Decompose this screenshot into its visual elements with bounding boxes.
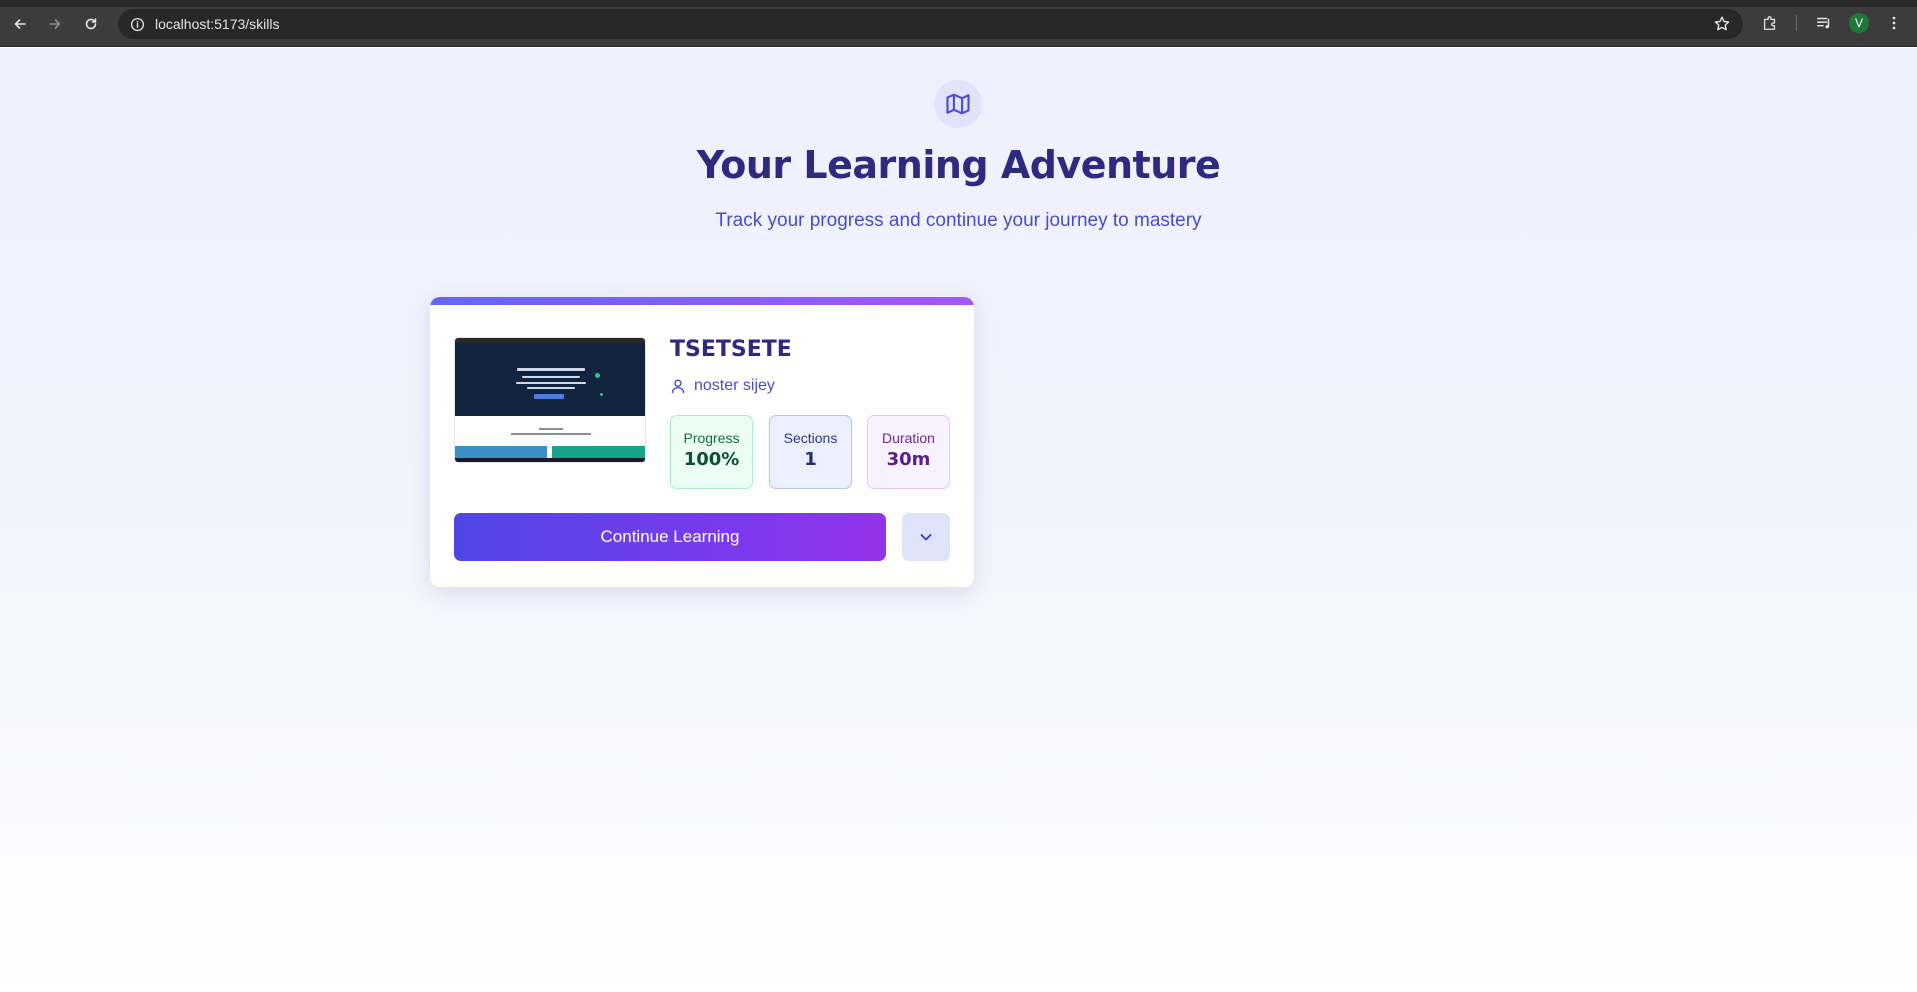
card-accent-bar: [430, 297, 974, 305]
hero-icon-badge: [934, 80, 982, 128]
reload-button[interactable]: [79, 12, 103, 36]
duration-label: Duration: [882, 430, 935, 446]
course-instructor: noster sijey: [670, 376, 775, 396]
duration-stat: Duration 30m: [867, 415, 950, 489]
thumbnail-button: [534, 394, 564, 399]
sections-value: 1: [804, 449, 817, 470]
thumbnail-line: [527, 387, 575, 389]
back-arrow-icon: [14, 19, 26, 29]
back-button[interactable]: [8, 12, 32, 36]
course-title[interactable]: TSETSETE: [670, 337, 792, 362]
url-text[interactable]: localhost:5173/skills: [155, 16, 280, 32]
reload-icon: [85, 18, 97, 30]
thumbnail-taskbar: [455, 458, 645, 462]
page-title: Your Learning Adventure: [696, 143, 1221, 187]
thumbnail-dot: [600, 393, 603, 396]
media-controls-icon[interactable]: [1814, 13, 1834, 33]
forward-button[interactable]: [43, 12, 67, 36]
duration-value: 30m: [886, 449, 931, 470]
thumbnail-line: [511, 433, 591, 435]
thumbnail-hero: [455, 343, 645, 416]
bookmark-star-icon[interactable]: [1713, 15, 1731, 33]
thumbnail-line: [522, 376, 580, 378]
chrome-menu-icon[interactable]: [1884, 13, 1904, 33]
skills-page: Your Learning Adventure Track your progr…: [0, 48, 1917, 992]
address-bar[interactable]: localhost:5173/skills: [118, 9, 1743, 39]
thumbnail-line: [516, 382, 586, 384]
continue-learning-button[interactable]: Continue Learning: [454, 513, 886, 561]
user-icon: [670, 378, 686, 394]
thumbnail-line: [539, 428, 563, 430]
sections-stat: Sections 1: [769, 415, 852, 489]
site-info-icon[interactable]: [128, 15, 146, 33]
progress-label: Progress: [683, 430, 740, 446]
chevron-down-icon: [920, 534, 932, 541]
course-card: TSETSETE noster sijey Progress 100% Sect…: [430, 297, 974, 587]
expand-course-button[interactable]: [902, 513, 950, 561]
course-thumbnail[interactable]: [454, 337, 646, 463]
instructor-name: noster sijey: [694, 377, 775, 394]
sections-label: Sections: [783, 430, 838, 446]
browser-toolbar: localhost:5173/skills V: [0, 0, 1917, 47]
forward-arrow-icon: [49, 19, 61, 29]
tab-strip: [0, 0, 1917, 7]
toolbar-divider: [1796, 15, 1797, 31]
thumbnail-dot: [595, 373, 600, 378]
progress-value: 100%: [683, 449, 740, 470]
thumbnail-line: [517, 368, 585, 371]
map-icon: [946, 93, 970, 115]
extensions-icon[interactable]: [1760, 13, 1780, 33]
profile-avatar[interactable]: V: [1849, 13, 1869, 33]
page-subtitle: Track your progress and continue your jo…: [715, 210, 1202, 231]
progress-stat: Progress 100%: [670, 415, 753, 489]
